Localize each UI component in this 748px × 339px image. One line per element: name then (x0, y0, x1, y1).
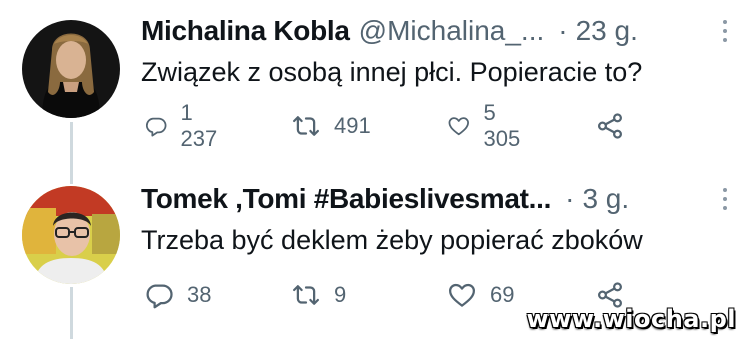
share-button[interactable] (595, 111, 625, 141)
timestamp[interactable]: 3 g. (582, 183, 629, 215)
avatar[interactable] (22, 20, 120, 118)
tweet-text: Związek z osobą innej płci. Popieracie t… (141, 57, 643, 87)
reply-count: 38 (187, 282, 212, 307)
timestamp[interactable]: 23 g. (576, 15, 638, 47)
display-name[interactable]: Michalina Kobla (141, 15, 350, 47)
reply-count: 1 237 (180, 100, 218, 151)
user-handle[interactable]: @Michalina_... (359, 15, 545, 47)
retweet-icon (293, 116, 319, 136)
avatar-photo (22, 186, 120, 284)
thread-line (70, 175, 73, 184)
watermark: www.wiocha.pl (526, 305, 736, 333)
retweet-button[interactable]: 491 (291, 111, 371, 141)
heart-icon (448, 117, 469, 136)
retweet-icon (293, 285, 319, 305)
more-vertical-icon[interactable] (722, 188, 728, 210)
reply-button[interactable]: 38 (144, 280, 211, 310)
separator-dot: · (565, 183, 575, 214)
heart-icon (449, 283, 475, 307)
more-vertical-icon[interactable] (722, 20, 728, 42)
reply-icon (146, 284, 173, 309)
tweet-header: Michalina Kobla @Michalina_... · 23 g. (141, 14, 728, 48)
thread-line (70, 122, 73, 175)
avatar[interactable] (22, 186, 120, 284)
tweet-header: Tomek ,Tomi #Babieslivesmat... · 3 g. (141, 182, 728, 216)
reply-icon (146, 117, 167, 137)
avatar-photo (22, 20, 120, 118)
tweet-text: Trzeba być deklem żeby popierać zboków (141, 225, 643, 255)
reply-button[interactable]: 1 237 (144, 100, 224, 151)
retweet-count: 9 (334, 282, 347, 307)
thread-line (70, 287, 73, 339)
retweet-button[interactable]: 9 (291, 280, 346, 310)
like-count: 69 (490, 282, 515, 307)
tweet[interactable]: Michalina Kobla @Michalina_... · 23 g. Z… (0, 0, 748, 175)
retweet-count: 491 (334, 113, 371, 138)
share-icon (597, 113, 623, 139)
separator-dot: · (558, 15, 568, 46)
like-button[interactable]: 69 (447, 280, 514, 310)
like-count: 5 305 (483, 100, 521, 151)
display-name[interactable]: Tomek ,Tomi #Babieslivesmat... (141, 183, 551, 215)
like-button[interactable]: 5 305 (447, 100, 527, 151)
